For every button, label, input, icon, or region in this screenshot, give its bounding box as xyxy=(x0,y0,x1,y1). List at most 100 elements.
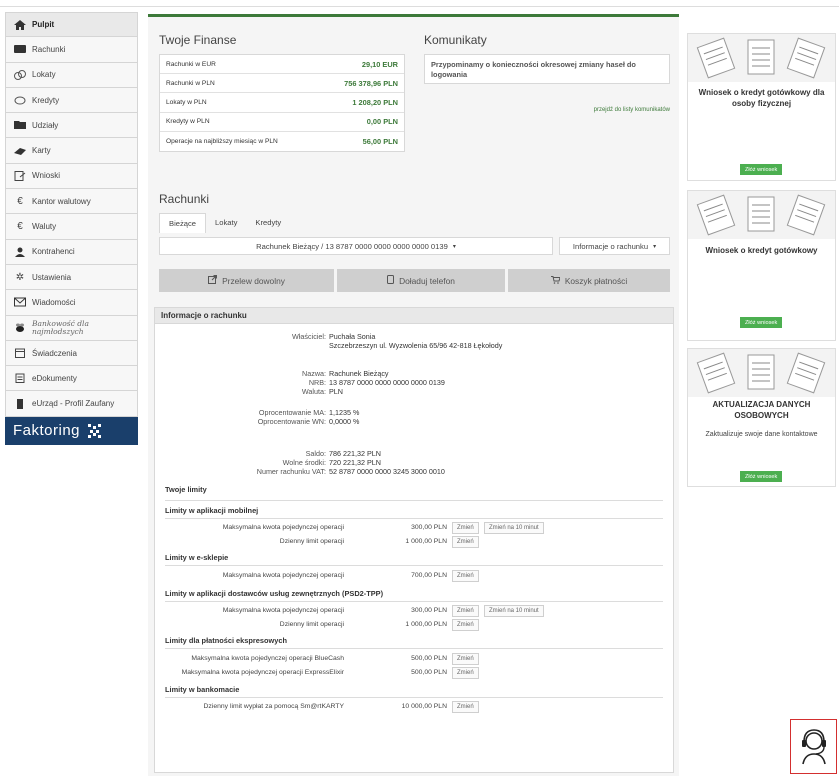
account-info-select-value: Informacje o rachunku xyxy=(572,241,649,251)
ad-card-kredyt[interactable]: Wniosek o kredyt gotówkowy Złóż wniosek xyxy=(687,190,836,341)
change-limit-button[interactable]: Zmień xyxy=(452,522,479,534)
account-select-value: Rachunek Bieżący / 13 8787 0000 0000 000… xyxy=(256,241,448,251)
sidebar-item-label: Udziały xyxy=(32,120,59,130)
ad-title: AKTUALIZACJA DANYCH OSOBOWYCH xyxy=(712,400,811,420)
account-info-panel: Informacje o rachunku Właściciel: Puchał… xyxy=(154,307,674,773)
faktoring-banner[interactable]: Faktoring xyxy=(5,416,138,445)
sidebar-item-label: Kantor walutowy xyxy=(32,196,91,206)
form-icon xyxy=(14,170,26,181)
available-label: Wolne środki: xyxy=(282,458,326,467)
sidebar-item-pulpit[interactable]: Pulpit xyxy=(5,12,138,38)
change-limit-button[interactable]: Zmień xyxy=(452,667,479,679)
sidebar-item-karty[interactable]: Karty xyxy=(5,138,138,164)
sidebar-item-wiadomosci[interactable]: Wiadomości xyxy=(5,290,138,316)
sidebar-item-label: Wiadomości xyxy=(32,297,76,307)
przelew-button[interactable]: Przelew dowolny xyxy=(159,269,334,292)
sidebar-item-swiadczenia[interactable]: Świadczenia xyxy=(5,340,138,367)
koszyk-platnosci-button[interactable]: Koszyk płatności xyxy=(508,269,670,292)
sidebar-item-kantor[interactable]: € Kantor walutowy xyxy=(5,189,138,215)
account-info-select[interactable]: Informacje o rachunku ▾ xyxy=(559,237,670,255)
finance-row-label: Rachunki w EUR xyxy=(166,60,216,68)
transfer-icon xyxy=(208,275,218,286)
limit-group-title: Limity w aplikacji dostawców usług zewnę… xyxy=(165,589,384,598)
change-limit-10min-button[interactable]: Zmień na 10 minut xyxy=(484,605,544,617)
limit-label: Dzienny limit wypłat za pomocą Sm@rtKART… xyxy=(203,703,345,710)
wn-value: 0,0000 % xyxy=(329,417,360,426)
documents-icon xyxy=(14,373,26,384)
owner-name: Puchała Sonia xyxy=(329,332,376,341)
balance-row: Saldo: 786 221,32 PLN xyxy=(155,449,381,458)
wn-label: Oprocentowanie WN: xyxy=(257,417,326,426)
sidebar-item-label: Karty xyxy=(32,146,51,156)
change-limit-10min-button[interactable]: Zmień na 10 minut xyxy=(484,522,544,534)
sidebar-item-lokaty[interactable]: Lokaty xyxy=(5,62,138,88)
ad-title: Wniosek o kredyt gotówkowy xyxy=(705,246,818,255)
change-limit-button[interactable]: Zmień xyxy=(452,653,479,665)
sidebar-item-udzialy[interactable]: Udziały xyxy=(5,113,138,139)
balance-label: Saldo: xyxy=(305,449,326,458)
account-select[interactable]: Rachunek Bieżący / 13 8787 0000 0000 000… xyxy=(159,237,553,255)
tab-biezace[interactable]: Bieżące xyxy=(159,213,207,233)
tab-lokaty[interactable]: Lokaty xyxy=(206,213,246,233)
sidebar-item-waluty[interactable]: € Waluty xyxy=(5,214,138,240)
limit-amount: 500,00 PLN xyxy=(411,655,447,662)
komunikat-message[interactable]: Przypominamy o konieczności okresowej zm… xyxy=(424,54,670,84)
support-chat-button[interactable] xyxy=(790,719,837,774)
divider xyxy=(165,697,663,698)
ad-description: Zaktualizuje swoje dane kontaktowe xyxy=(705,431,818,438)
apply-button[interactable]: Złóż wniosek xyxy=(740,471,783,482)
limit-amount: 300,00 PLN xyxy=(411,524,447,531)
top-border xyxy=(0,6,839,7)
sidebar-item-label: Wnioski xyxy=(32,171,61,181)
limit-label: Maksymalna kwota pojedynczej operacji xyxy=(222,572,344,579)
finance-row[interactable]: Kredyty w PLN 0,00 PLN xyxy=(160,113,404,132)
name-label: Nazwa: xyxy=(302,369,326,378)
sidebar-item-label: Świadczenia xyxy=(32,348,77,358)
sidebar-item-ustawienia[interactable]: ✲ Ustawienia xyxy=(5,264,138,291)
sidebar-item-edokumenty[interactable]: eDokumenty xyxy=(5,366,138,392)
faktoring-label: Faktoring xyxy=(13,422,81,440)
change-limit-button[interactable]: Zmień xyxy=(452,701,479,713)
finance-row[interactable]: Rachunki w EUR 29,10 EUR xyxy=(160,55,404,75)
finance-row-value: 56,00 PLN xyxy=(362,136,398,146)
apply-button[interactable]: Złóż wniosek xyxy=(740,164,783,175)
vat-value: 52 8787 0000 0000 3245 3000 0010 xyxy=(329,467,445,476)
sidebar-item-eurzad[interactable]: eUrząd - Profil Zaufany xyxy=(5,391,138,417)
owner-label: Właściciel: xyxy=(292,332,326,341)
sidebar-item-kontrahenci[interactable]: Kontrahenci xyxy=(5,239,138,265)
currency-label: Waluta: xyxy=(301,387,326,396)
ad-card-aktualizacja[interactable]: AKTUALIZACJA DANYCH OSOBOWYCH Zaktualizu… xyxy=(687,348,836,487)
koszyk-label: Koszyk płatności xyxy=(564,275,628,286)
sidebar-item-bankowosc-najmlodszych[interactable]: Bankowość dla najmłodszych xyxy=(5,315,138,341)
change-limit-button[interactable]: Zmień xyxy=(452,619,479,631)
sidebar-item-label: Kredyty xyxy=(32,95,60,105)
limit-amount: 700,00 PLN xyxy=(411,572,447,579)
nrb-value: 13 8787 0000 0000 0000 0000 0139 xyxy=(329,378,445,387)
limit-amount: 300,00 PLN xyxy=(411,607,447,614)
rachunki-tabs: Bieżące Lokaty Kredyty xyxy=(159,213,290,233)
currency-row: Waluta: PLN xyxy=(155,387,343,396)
change-limit-button[interactable]: Zmień xyxy=(452,570,479,582)
tab-kredyty[interactable]: Kredyty xyxy=(246,213,290,233)
sidebar-item-wnioski[interactable]: Wnioski xyxy=(5,163,138,190)
limit-amount: 500,00 PLN xyxy=(411,669,447,676)
calendar-icon xyxy=(14,348,26,358)
ad-title: Wniosek o kredyt gotówkowy dla osoby fiz… xyxy=(698,88,825,108)
finance-row[interactable]: Lokaty w PLN 1 208,20 PLN xyxy=(160,93,404,113)
finance-row[interactable]: Rachunki w PLN 756 378,96 PLN xyxy=(160,74,404,94)
change-limit-button[interactable]: Zmień xyxy=(452,536,479,548)
ma-value: 1,1235 % xyxy=(329,408,360,417)
currency-value: PLN xyxy=(329,387,343,396)
sidebar-item-rachunki[interactable]: Rachunki xyxy=(5,37,138,63)
apply-button[interactable]: Złóż wniosek xyxy=(740,317,783,328)
finance-row[interactable]: Operacje na najbliższy miesiąc w PLN 56,0… xyxy=(160,132,404,151)
sidebar-item-label: eUrząd - Profil Zaufany xyxy=(32,399,115,409)
sidebar-item-label: eDokumenty xyxy=(32,373,77,383)
change-limit-button[interactable]: Zmień xyxy=(452,605,479,617)
finance-row-label: Operacje na najbliższy miesiąc w PLN xyxy=(166,137,278,145)
doladuj-telefon-button[interactable]: Doładuj telefon xyxy=(337,269,505,292)
ad-card-kredyt-fizyczna[interactable]: Wniosek o kredyt gotówkowy dla osoby fiz… xyxy=(687,33,836,181)
sidebar-item-kredyty[interactable]: Kredyty xyxy=(5,87,138,114)
komunikaty-list-link[interactable]: przejdź do listy komunikatów xyxy=(424,107,670,113)
finance-row-label: Rachunki w PLN xyxy=(166,79,215,87)
